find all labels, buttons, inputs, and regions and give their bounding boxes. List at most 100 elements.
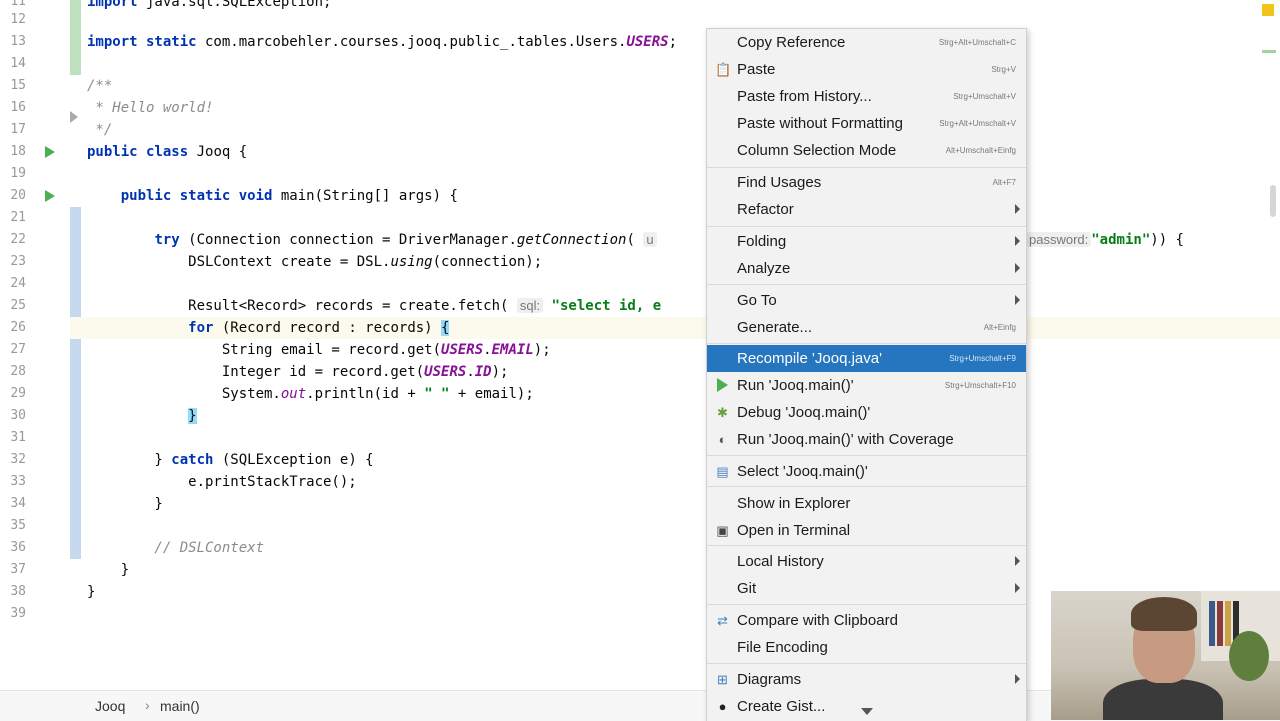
line-number: 24 bbox=[10, 276, 26, 291]
menu-item-paste[interactable]: 📋 Paste Strg+V bbox=[707, 56, 1026, 83]
menu-item-diagrams[interactable]: ⊞ Diagrams bbox=[707, 666, 1026, 693]
line-number: 13 bbox=[10, 34, 26, 49]
warning-marker-icon[interactable] bbox=[1262, 4, 1274, 16]
menu-item-show-in-explorer[interactable]: Show in Explorer bbox=[707, 490, 1026, 517]
code-text: * Hello world! bbox=[87, 100, 214, 116]
code-line: 25 Result<Record> records = create.fetch… bbox=[0, 295, 1280, 317]
menu-item-run-with-coverage[interactable]: ◐ Run 'Jooq.main()' with Coverage bbox=[707, 426, 1026, 453]
code-line: 22 try (Connection connection = DriverMa… bbox=[0, 229, 1280, 251]
code-line: 35 bbox=[0, 515, 1280, 537]
code-line: 24 bbox=[0, 273, 1280, 295]
editor-scrollbar[interactable] bbox=[1258, 0, 1280, 690]
menu-item-run-main[interactable]: Run 'Jooq.main()' Strg+Umschalt+F10 bbox=[707, 372, 1026, 399]
menu-item-file-encoding[interactable]: File Encoding bbox=[707, 634, 1026, 661]
menu-item-refactor[interactable]: Refactor bbox=[707, 196, 1026, 223]
menu-item-shortcut: Strg+Umschalt+V bbox=[953, 92, 1016, 101]
menu-item-shortcut: Alt+Einfg bbox=[983, 323, 1016, 332]
menu-item-paste-without-formatting[interactable]: Paste without Formatting Strg+Alt+Umschal… bbox=[707, 110, 1026, 137]
submenu-arrow-icon bbox=[1015, 556, 1020, 566]
code-text: public static void main(String[] args) { bbox=[120, 188, 458, 204]
line-number: 14 bbox=[10, 56, 26, 71]
menu-separator bbox=[707, 486, 1026, 487]
menu-item-local-history[interactable]: Local History bbox=[707, 548, 1026, 575]
code-text: } bbox=[87, 562, 130, 578]
breadcrumb-separator-icon: › bbox=[145, 697, 150, 713]
menu-item-git[interactable]: Git bbox=[707, 575, 1026, 602]
breadcrumb-item-method[interactable]: main() bbox=[160, 698, 200, 714]
menu-item-shortcut: Alt+Umschalt+Einfg bbox=[945, 146, 1016, 155]
code-text: } bbox=[188, 408, 197, 424]
menu-item-shortcut: Strg+Alt+Umschalt+V bbox=[939, 119, 1016, 128]
code-line: 28 Integer id = record.get(USERS.ID); bbox=[0, 361, 1280, 383]
code-line: 20 public static void main(String[] args… bbox=[0, 185, 1280, 207]
book bbox=[1217, 601, 1223, 646]
menu-item-create-gist[interactable]: ● Create Gist... bbox=[707, 693, 1026, 720]
submenu-arrow-icon bbox=[1015, 295, 1020, 305]
code-text: DSLContext create = DSL.using(connection… bbox=[87, 254, 543, 270]
line-number: 18 bbox=[10, 144, 26, 159]
menu-item-select-main[interactable]: ▤ Select 'Jooq.main()' bbox=[707, 458, 1026, 485]
code-text: } bbox=[87, 496, 163, 512]
code-text: e.printStackTrace(); bbox=[87, 474, 357, 490]
menu-item-open-in-terminal[interactable]: ▣ Open in Terminal bbox=[707, 517, 1026, 544]
menu-item-label: Generate... bbox=[737, 319, 813, 336]
submenu-arrow-icon bbox=[1015, 236, 1020, 246]
line-number: 22 bbox=[10, 232, 26, 247]
submenu-arrow-icon bbox=[1015, 263, 1020, 273]
line-number: 12 bbox=[10, 12, 26, 27]
line-number: 27 bbox=[10, 342, 26, 357]
scroll-thumb[interactable] bbox=[1270, 185, 1276, 217]
code-line: 23 DSLContext create = DSL.using(connect… bbox=[0, 251, 1280, 273]
code-line: 16 * Hello world! bbox=[0, 97, 1280, 119]
book bbox=[1209, 601, 1215, 646]
line-number: 32 bbox=[10, 452, 26, 467]
code-text: } catch (SQLException e) { bbox=[87, 452, 374, 468]
code-line: 27 String email = record.get(USERS.EMAIL… bbox=[0, 339, 1280, 361]
code-line: 12 bbox=[0, 9, 1280, 31]
menu-item-debug-main[interactable]: ✱ Debug 'Jooq.main()' bbox=[707, 399, 1026, 426]
menu-item-paste-history[interactable]: Paste from History... Strg+Umschalt+V bbox=[707, 83, 1026, 110]
scroll-down-arrow-icon[interactable] bbox=[861, 708, 873, 715]
line-number: 34 bbox=[10, 496, 26, 511]
line-number: 29 bbox=[10, 386, 26, 401]
menu-item-go-to[interactable]: Go To bbox=[707, 287, 1026, 314]
change-marker[interactable] bbox=[1262, 50, 1276, 53]
diagram-icon: ⊞ bbox=[717, 672, 728, 687]
code-line: 36 // DSLContext bbox=[0, 537, 1280, 559]
code-line: 21 bbox=[0, 207, 1280, 229]
menu-item-label: Column Selection Mode bbox=[737, 142, 897, 159]
menu-item-find-usages[interactable]: Find Usages Alt+F7 bbox=[707, 169, 1026, 196]
line-number: 31 bbox=[10, 430, 26, 445]
menu-item-label: Find Usages bbox=[737, 174, 822, 191]
menu-separator bbox=[707, 226, 1026, 227]
code-text-tail: password: "admin")) { bbox=[1026, 229, 1184, 251]
menu-item-analyze[interactable]: Analyze bbox=[707, 255, 1026, 282]
line-number: 37 bbox=[10, 562, 26, 577]
menu-item-copy-reference[interactable]: Copy Reference Strg+Alt+Umschalt+C bbox=[707, 29, 1026, 56]
menu-item-label: Folding bbox=[737, 233, 787, 250]
context-menu: Copy Reference Strg+Alt+Umschalt+C 📋 Paste… bbox=[706, 28, 1027, 721]
menu-item-label: Git bbox=[737, 580, 757, 597]
breadcrumb-item-class[interactable]: Jooq bbox=[95, 698, 125, 714]
code-text: */ bbox=[87, 122, 113, 138]
menu-item-label: Copy Reference bbox=[737, 34, 846, 51]
plant bbox=[1229, 631, 1269, 681]
menu-item-column-selection-mode[interactable]: Column Selection Mode Alt+Umschalt+Einfg bbox=[707, 137, 1026, 164]
menu-item-compare-clipboard[interactable]: ⇄ Compare with Clipboard bbox=[707, 607, 1026, 634]
code-text: public class Jooq { bbox=[87, 144, 248, 160]
menu-item-generate[interactable]: Generate... Alt+Einfg bbox=[707, 314, 1026, 341]
menu-item-label: Create Gist... bbox=[737, 698, 826, 715]
compare-icon: ⇄ bbox=[717, 613, 728, 628]
code-line: 31 bbox=[0, 427, 1280, 449]
menu-separator bbox=[707, 284, 1026, 285]
submenu-arrow-icon bbox=[1015, 204, 1020, 214]
menu-item-recompile[interactable]: Recompile 'Jooq.java' Strg+Umschalt+F9 bbox=[707, 345, 1026, 372]
menu-separator bbox=[707, 545, 1026, 546]
menu-item-folding[interactable]: Folding bbox=[707, 228, 1026, 255]
code-line: 37 } bbox=[0, 559, 1280, 581]
menu-item-label: Paste without Formatting bbox=[737, 115, 903, 132]
menu-separator bbox=[707, 343, 1026, 344]
code-text: Result<Record> records = create.fetch( s… bbox=[87, 298, 662, 314]
code-editor[interactable]: 11 import java.sql.SQLException; 12 13 imp… bbox=[0, 0, 1280, 690]
submenu-arrow-icon bbox=[1015, 674, 1020, 684]
